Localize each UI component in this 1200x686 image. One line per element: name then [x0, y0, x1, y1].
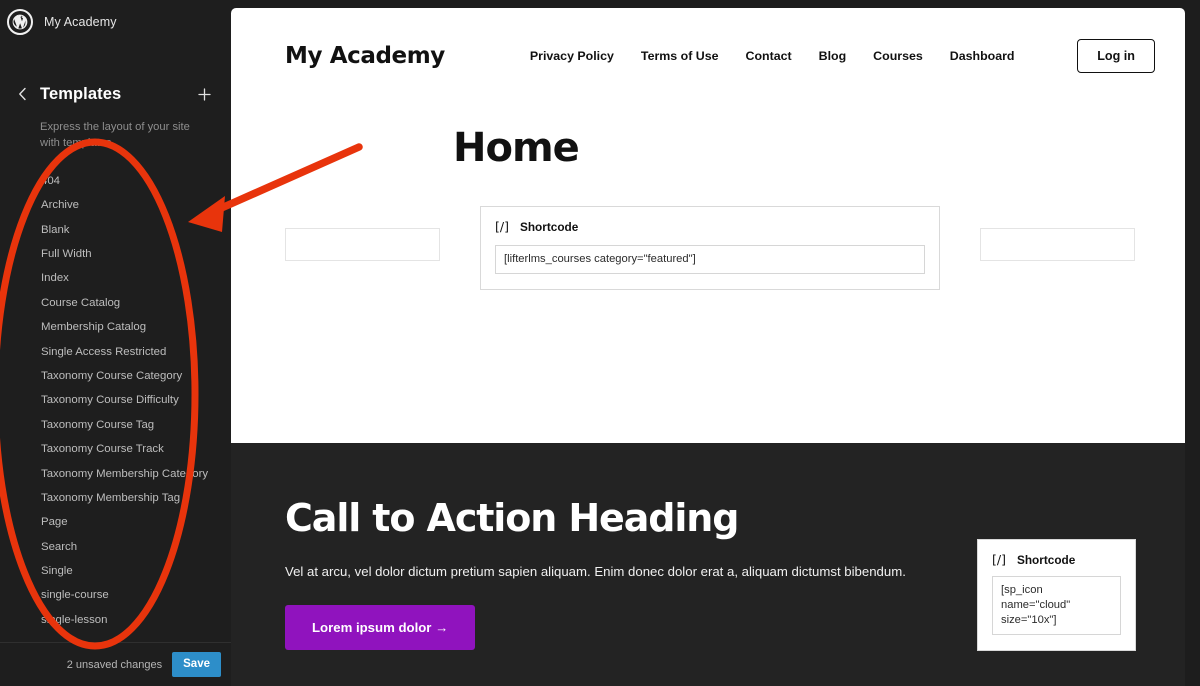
shortcode-block-header: [/] Shortcode: [495, 220, 925, 234]
template-item-blank[interactable]: Blank: [0, 218, 231, 242]
template-item-search[interactable]: Search: [0, 535, 231, 559]
site-name-label: My Academy: [44, 15, 117, 29]
template-item-membership-catalog[interactable]: Membership Catalog: [0, 315, 231, 339]
template-item-single-lesson[interactable]: single-lesson: [0, 608, 231, 632]
nav-link-dashboard[interactable]: Dashboard: [950, 49, 1015, 63]
site-brand[interactable]: My Academy: [285, 43, 445, 69]
unsaved-changes-label: 2 unsaved changes: [66, 658, 163, 671]
nav-link-privacy-policy[interactable]: Privacy Policy: [530, 49, 614, 63]
shortcode-block-cta[interactable]: [/] Shortcode [sp_icon name="cloud" size…: [977, 539, 1136, 652]
save-button[interactable]: Save: [172, 651, 221, 678]
shortcode-block-title: Shortcode: [519, 220, 579, 234]
nav-link-courses[interactable]: Courses: [873, 49, 923, 63]
cta-heading: Call to Action Heading: [285, 496, 739, 540]
shortcode-block-main[interactable]: [/] Shortcode [lifterlms_courses categor…: [480, 206, 940, 291]
shortcode-icon: [/]: [992, 551, 1006, 567]
template-item-index[interactable]: Index: [0, 266, 231, 290]
nav-link-terms-of-use[interactable]: Terms of Use: [641, 49, 719, 63]
template-item-page[interactable]: Page: [0, 510, 231, 534]
empty-block-left[interactable]: [285, 228, 440, 261]
template-item-taxonomy-membership-tag[interactable]: Taxonomy Membership Tag: [0, 486, 231, 510]
shortcode-block-header-cta: [/] Shortcode: [992, 553, 1121, 567]
call-to-action-section: Call to Action Heading Vel at arcu, vel …: [231, 443, 1185, 686]
plus-icon[interactable]: [193, 83, 215, 105]
save-bar: 2 unsaved changes Save: [0, 642, 231, 686]
panel-description: Express the layout of your site with tem…: [40, 121, 190, 149]
screen-root: My Academy Templates Express the layout …: [0, 0, 1200, 686]
empty-block-right[interactable]: [980, 228, 1135, 261]
template-item-404[interactable]: 404: [0, 169, 231, 193]
template-item-full-width[interactable]: Full Width: [0, 242, 231, 266]
template-item-course-catalog[interactable]: Course Catalog: [0, 291, 231, 315]
nav-link-blog[interactable]: Blog: [819, 49, 847, 63]
template-item-archive[interactable]: Archive: [0, 193, 231, 217]
page-title: Home: [453, 125, 580, 171]
nav-link-contact[interactable]: Contact: [746, 49, 792, 63]
block-row: [/] Shortcode [lifterlms_courses categor…: [231, 171, 1185, 291]
shortcode-icon: [/]: [495, 218, 509, 234]
template-item-single-access-restricted[interactable]: Single Access Restricted: [0, 340, 231, 364]
template-item-taxonomy-course-tag[interactable]: Taxonomy Course Tag: [0, 413, 231, 437]
login-button[interactable]: Log in: [1077, 38, 1155, 73]
site-editor-canvas: My Academy Privacy Policy Terms of Use C…: [231, 8, 1185, 686]
templates-panel-header: Templates: [0, 72, 231, 116]
shortcode-input-cta[interactable]: [sp_icon name="cloud" size="10x"]: [992, 576, 1121, 636]
shortcode-input-main[interactable]: [lifterlms_courses category="featured"]: [495, 245, 925, 275]
shortcode-block-title-cta: Shortcode: [1016, 553, 1076, 567]
site-header: My Academy Privacy Policy Terms of Use C…: [231, 8, 1185, 103]
template-item-single[interactable]: Single: [0, 559, 231, 583]
template-item-taxonomy-course-category[interactable]: Taxonomy Course Category: [0, 364, 231, 388]
template-item-taxonomy-membership-category[interactable]: Taxonomy Membership Category: [0, 462, 231, 486]
panel-title: Templates: [40, 84, 122, 103]
site-nav: Privacy Policy Terms of Use Contact Blog…: [530, 49, 1015, 63]
template-item-taxonomy-course-track[interactable]: Taxonomy Course Track: [0, 437, 231, 461]
template-item-single-course[interactable]: single-course: [0, 583, 231, 607]
wordpress-logo-icon[interactable]: [7, 9, 33, 35]
cta-button[interactable]: Lorem ipsum dolor →: [285, 604, 476, 650]
chevron-left-icon[interactable]: [10, 82, 34, 106]
editor-sidebar: My Academy Templates Express the layout …: [0, 0, 231, 686]
templates-list: 404 Archive Blank Full Width Index Cours…: [0, 169, 231, 632]
template-item-taxonomy-course-difficulty[interactable]: Taxonomy Course Difficulty: [0, 388, 231, 412]
site-identity-row[interactable]: My Academy: [0, 0, 231, 44]
